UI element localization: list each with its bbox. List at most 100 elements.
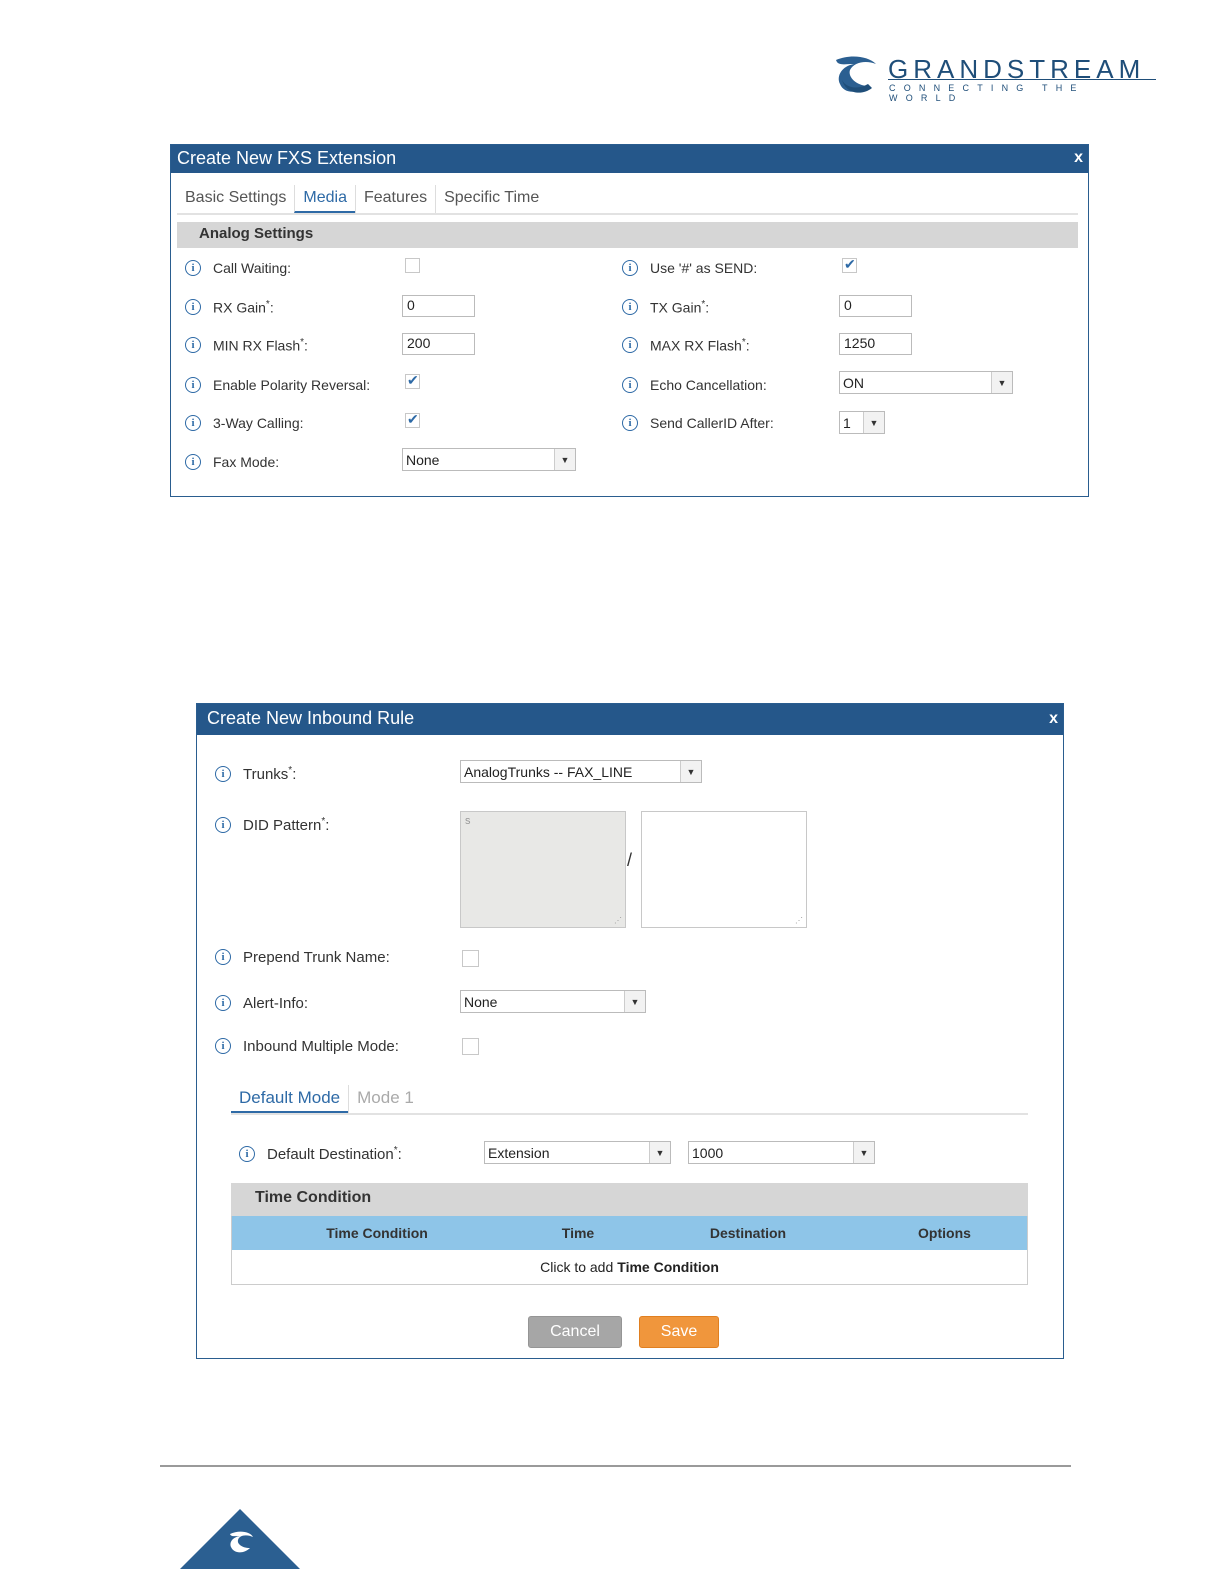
three-way-label: 3-Way Calling:	[213, 415, 304, 431]
add-time-condition-link[interactable]: Click to add Time Condition	[232, 1250, 1027, 1284]
add-prefix: Click to add	[540, 1259, 614, 1275]
chevron-down-icon: ▼	[649, 1142, 670, 1163]
info-icon[interactable]: i	[185, 299, 201, 315]
alert-info-select[interactable]: None ▼	[460, 990, 646, 1013]
did-pattern-separator: /	[627, 850, 633, 870]
info-icon[interactable]: i	[185, 377, 201, 393]
tab-features[interactable]: Features	[354, 185, 435, 213]
max-rx-flash-label: MAX RX Flash*:	[650, 336, 750, 354]
alert-info-label: Alert-Info:	[243, 994, 309, 1012]
polarity-reversal-checkbox[interactable]	[405, 372, 420, 389]
echo-cancellation-label: Echo Cancellation:	[650, 377, 767, 393]
prepend-trunk-checkbox[interactable]	[462, 950, 479, 967]
did-pattern-left-textarea: s ⋰	[460, 811, 626, 928]
prepend-trunk-label: Prepend Trunk Name:	[243, 948, 390, 966]
info-icon[interactable]: i	[215, 766, 231, 782]
fax-mode-select[interactable]: None ▼	[402, 448, 576, 471]
info-icon[interactable]: i	[622, 299, 638, 315]
fxs-extension-dialog: Create New FXS Extension x Basic Setting…	[170, 144, 1089, 497]
did-pattern-left-value: s	[465, 815, 471, 827]
tx-gain-row: i TX Gain*:	[622, 295, 709, 319]
fax-mode-label: Fax Mode:	[213, 454, 280, 470]
rx-gain-input[interactable]: 0	[402, 295, 475, 317]
send-callerid-select[interactable]: 1 ▼	[839, 411, 885, 434]
polarity-reversal-label: Enable Polarity Reversal:	[213, 377, 371, 393]
inbound-multiple-mode-checkbox[interactable]	[462, 1038, 479, 1055]
info-icon[interactable]: i	[622, 260, 638, 276]
echo-cancellation-value: ON	[843, 374, 864, 391]
alert-info-row: i Alert-Info:	[215, 991, 308, 1015]
section-title: Time Condition	[255, 1189, 372, 1206]
info-icon[interactable]: i	[622, 415, 638, 431]
default-destination-row: i Default Destination*:	[239, 1142, 402, 1166]
call-waiting-label: Call Waiting:	[213, 260, 292, 276]
info-icon[interactable]: i	[185, 337, 201, 353]
chevron-down-icon: ▼	[554, 449, 575, 470]
info-icon[interactable]: i	[185, 415, 201, 431]
echo-cancellation-select[interactable]: ON ▼	[839, 371, 1013, 394]
grandstream-mark-icon	[230, 1531, 253, 1553]
call-waiting-checkbox[interactable]	[405, 258, 420, 273]
fax-mode-row: i Fax Mode:	[185, 450, 279, 474]
col-destination: Destination	[709, 1225, 787, 1241]
time-condition-table: Time Condition Time Destination Options …	[231, 1216, 1028, 1285]
use-hash-send-checkbox[interactable]	[842, 256, 857, 273]
logo-tagline: CONNECTING THE WORLD	[889, 83, 1085, 103]
rx-gain-label: RX Gain*:	[213, 298, 274, 316]
trunks-label: Trunks*:	[243, 765, 297, 783]
tab-mode-1[interactable]: Mode 1	[348, 1085, 422, 1113]
use-hash-send-row: i Use '#' as SEND:	[622, 256, 757, 280]
col-time: Time	[561, 1225, 595, 1241]
did-pattern-right-textarea[interactable]: ⋰	[641, 811, 807, 928]
mode-tabs: Default Mode Mode 1	[231, 1085, 1028, 1115]
chevron-down-icon: ▼	[853, 1142, 874, 1163]
analog-settings-header: Analog Settings	[177, 222, 1078, 248]
tx-gain-input[interactable]: 0	[839, 295, 912, 317]
logo-wordmark: GRANDSTREAM	[888, 54, 1146, 84]
resize-grip-icon[interactable]: ⋰	[795, 916, 803, 925]
cancel-button[interactable]: Cancel	[528, 1316, 622, 1348]
info-icon[interactable]: i	[215, 817, 231, 833]
inbound-multiple-mode-label: Inbound Multiple Mode:	[243, 1037, 399, 1055]
close-icon[interactable]: x	[1049, 710, 1058, 728]
max-rx-flash-input[interactable]: 1250	[839, 333, 912, 355]
send-callerid-row: i Send CallerID After:	[622, 411, 774, 435]
grandstream-swoosh-icon	[836, 56, 876, 93]
info-icon[interactable]: i	[622, 337, 638, 353]
trunks-row: i Trunks*:	[215, 762, 296, 786]
tab-specific-time[interactable]: Specific Time	[435, 185, 547, 213]
inbound-multiple-mode-row: i Inbound Multiple Mode:	[215, 1034, 399, 1058]
max-rx-flash-row: i MAX RX Flash*:	[622, 333, 750, 357]
close-icon[interactable]: x	[1074, 149, 1083, 167]
destination-target-select[interactable]: 1000 ▼	[688, 1141, 875, 1164]
info-icon[interactable]: i	[185, 454, 201, 470]
add-link-text: Time Condition	[617, 1259, 719, 1275]
logo-divider	[888, 79, 1156, 80]
min-rx-flash-input[interactable]: 200	[402, 333, 475, 355]
chevron-down-icon: ▼	[991, 372, 1012, 393]
fxs-tabs: Basic Settings Media Features Specific T…	[177, 185, 1078, 215]
prepend-trunk-row: i Prepend Trunk Name:	[215, 945, 390, 969]
three-way-checkbox[interactable]	[405, 411, 420, 428]
info-icon[interactable]: i	[622, 377, 638, 393]
use-hash-send-label: Use '#' as SEND:	[650, 260, 758, 276]
min-rx-flash-label: MIN RX Flash*:	[213, 336, 308, 354]
info-icon[interactable]: i	[215, 1038, 231, 1054]
trunks-value: AnalogTrunks -- FAX_LINE	[464, 763, 633, 780]
destination-type-select[interactable]: Extension ▼	[484, 1141, 671, 1164]
trunks-select[interactable]: AnalogTrunks -- FAX_LINE ▼	[460, 760, 702, 783]
polarity-reversal-row: i Enable Polarity Reversal:	[185, 373, 370, 397]
inbound-rule-dialog: Create New Inbound Rule x i Trunks*: Ana…	[196, 703, 1064, 1359]
col-options: Options	[918, 1225, 971, 1241]
tab-default-mode[interactable]: Default Mode	[231, 1085, 349, 1113]
tab-media[interactable]: Media	[294, 185, 355, 213]
info-icon[interactable]: i	[215, 949, 231, 965]
info-icon[interactable]: i	[185, 260, 201, 276]
footer-divider	[160, 1465, 1071, 1467]
fax-mode-value: None	[406, 451, 440, 468]
resize-grip-icon[interactable]: ⋰	[614, 916, 622, 925]
info-icon[interactable]: i	[215, 995, 231, 1011]
tab-basic-settings[interactable]: Basic Settings	[177, 185, 294, 213]
save-button[interactable]: Save	[639, 1316, 719, 1348]
info-icon[interactable]: i	[239, 1146, 255, 1162]
